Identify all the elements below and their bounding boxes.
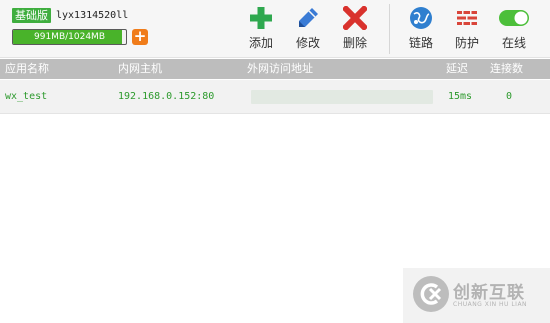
cell-app-name: wx_test — [5, 91, 48, 102]
online-toggle[interactable]: 在线 — [494, 6, 534, 52]
username: lyx1314520ll — [56, 10, 129, 21]
pencil-icon — [299, 8, 318, 27]
watermark-subtitle: CHUANG XIN HU LIAN — [453, 301, 528, 308]
cell-latency: 15ms — [448, 91, 473, 102]
column-header-internal-host: 内网主机 — [118, 62, 162, 75]
column-header-external-address: 外网访问地址 — [247, 62, 313, 75]
traffic-usage-text: 991MB/1024MB — [34, 32, 105, 42]
link-button-label: 链路 — [408, 36, 433, 50]
add-button-label: 添加 — [248, 36, 273, 50]
online-toggle-label: 在线 — [501, 36, 526, 50]
protect-button-label: 防护 — [454, 36, 479, 50]
table-header: 应用名称 内网主机 外网访问地址 延迟 连接数 — [0, 59, 550, 79]
toolbar-divider — [389, 4, 390, 54]
delete-button-label: 删除 — [342, 36, 367, 50]
link-button[interactable]: 链路 — [401, 6, 441, 52]
x-icon — [343, 6, 367, 30]
add-traffic-button[interactable]: + — [132, 29, 148, 45]
protect-button[interactable]: 防护 — [447, 6, 487, 52]
add-button[interactable]: 添加 — [241, 6, 281, 52]
firewall-icon — [457, 11, 477, 25]
edit-button[interactable]: 修改 — [288, 6, 328, 52]
cell-internal-host: 192.168.0.152:80 — [118, 91, 215, 102]
globe-icon — [410, 7, 432, 29]
watermark-title: 创新互联 — [453, 283, 525, 303]
plan-badge: 基础版 — [12, 8, 51, 23]
column-header-app-name: 应用名称 — [5, 62, 49, 75]
plus-icon — [250, 7, 272, 29]
toggle-icon — [499, 10, 529, 26]
brand-logo-icon — [413, 276, 449, 312]
column-header-latency: 延迟 — [446, 62, 468, 75]
delete-button[interactable]: 删除 — [335, 6, 375, 52]
watermark-logo: 创新互联 CHUANG XIN HU LIAN — [403, 268, 550, 323]
cell-connections: 0 — [506, 91, 513, 102]
column-header-connections: 连接数 — [490, 62, 523, 75]
cell-external-address-masked — [251, 90, 433, 104]
traffic-progress-bar: 991MB/1024MB — [12, 29, 127, 45]
edit-button-label: 修改 — [295, 36, 320, 50]
table-row[interactable]: wx_test 192.168.0.152:80 15ms 0 — [0, 80, 550, 114]
toolbar-header: 基础版 lyx1314520ll 991MB/1024MB + 添加 修改 删除 — [0, 0, 550, 58]
